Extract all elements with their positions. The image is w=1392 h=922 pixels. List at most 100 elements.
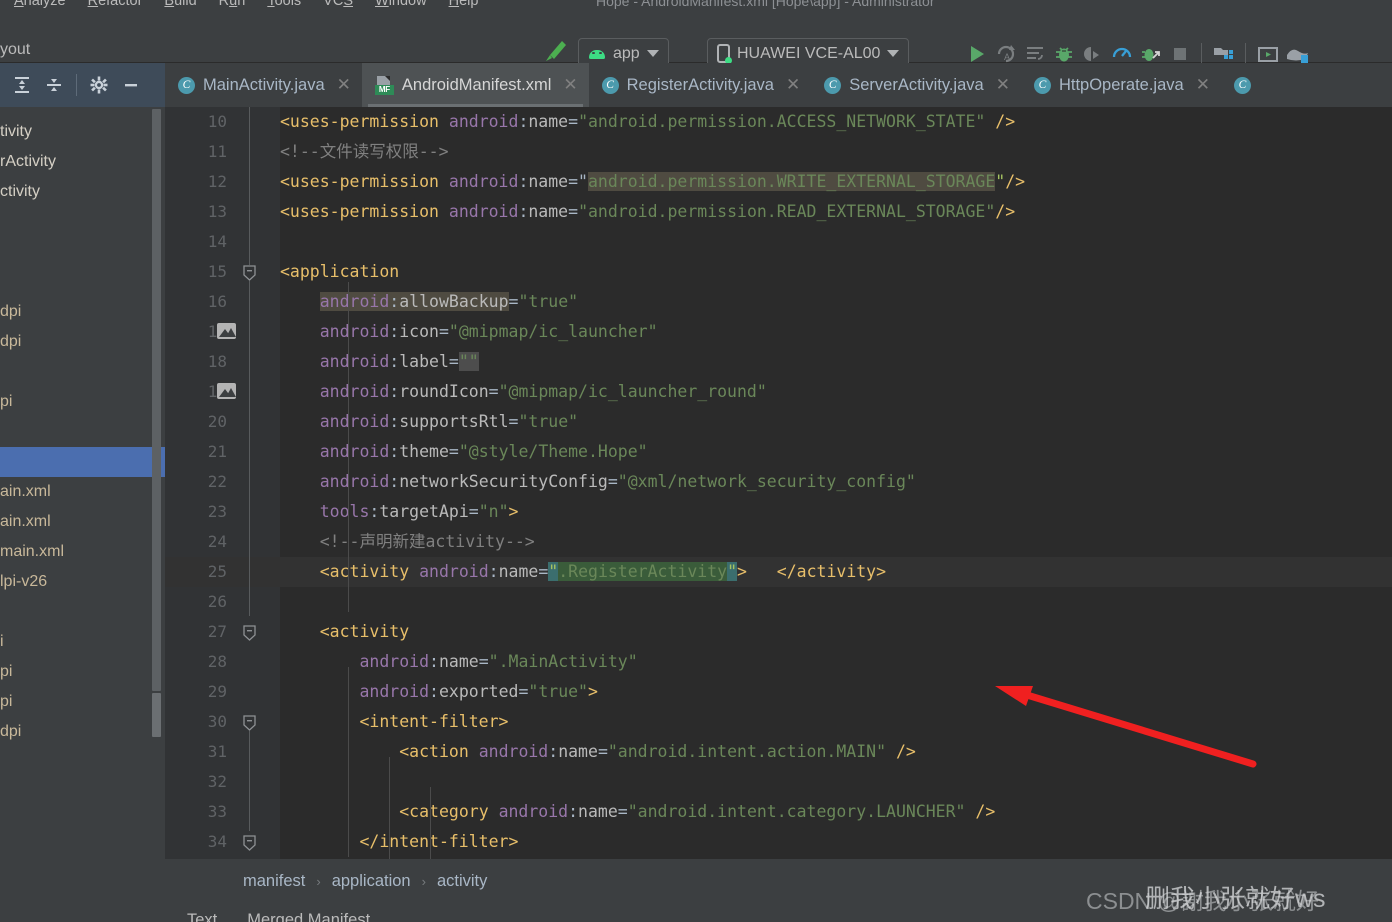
fold-marker[interactable]	[243, 835, 256, 851]
menu-tools[interactable]: Tools	[267, 0, 301, 9]
menu-window[interactable]: Window	[375, 0, 427, 9]
tree-item[interactable]: dpi	[0, 297, 165, 327]
fold-marker[interactable]	[243, 625, 256, 641]
menu-help[interactable]: Help	[449, 0, 479, 9]
tree-item[interactable]: pi	[0, 657, 165, 687]
code-line-29[interactable]: 29 android:exported="true">	[165, 677, 1392, 707]
tab-mainactivity-java[interactable]: C MainActivity.java ✕	[165, 63, 362, 107]
phone-device-icon	[717, 44, 732, 64]
menu-analyze[interactable]: Analyze	[14, 0, 66, 9]
minus-icon[interactable]	[115, 70, 147, 100]
close-icon[interactable]: ✕	[1196, 75, 1210, 95]
code-line-13[interactable]: 13 <uses-permission android:name="android…	[165, 197, 1392, 227]
code-text: <intent-filter>	[280, 712, 509, 731]
code-line-19[interactable]: 19 android:roundIcon="@mipmap/ic_launche…	[165, 377, 1392, 407]
menu-run[interactable]: Run	[219, 0, 246, 9]
project-tree-scrollbar-thumb[interactable]	[152, 693, 161, 737]
line-number: 32	[207, 772, 227, 791]
code-line-23[interactable]: 23 tools:targetApi="n">	[165, 497, 1392, 527]
code-text: <activity android:name=".RegisterActivit…	[319, 562, 887, 581]
chevron-right-icon: ›	[316, 873, 321, 889]
menu-build[interactable]: Build	[164, 0, 196, 9]
code-line-30[interactable]: 30 <intent-filter>	[165, 707, 1392, 737]
code-line-31[interactable]: 31 <action android:name="android.intent.…	[165, 737, 1392, 767]
menu-vcs[interactable]: VCS	[323, 0, 353, 9]
indent-guide	[389, 757, 390, 859]
collapse-all-icon[interactable]	[38, 70, 70, 100]
code-line-33[interactable]: 33 <category android:name="android.inten…	[165, 797, 1392, 827]
code-line-11[interactable]: 11 <!--文件读写权限-->	[165, 137, 1392, 167]
code-line-12[interactable]: 12 <uses-permission android:name="android…	[165, 167, 1392, 197]
android-studio-window: Analyze Refactor Build Run Tools VCS Win…	[0, 0, 1392, 922]
code-line-27[interactable]: 27 <activity	[165, 617, 1392, 647]
code-line-21[interactable]: 21 android:theme="@style/Theme.Hope"	[165, 437, 1392, 467]
tree-item[interactable]: ctivity	[0, 177, 165, 207]
tab-overflow[interactable]: C	[1221, 63, 1262, 107]
chevron-down-icon	[887, 50, 900, 57]
code-text: <action android:name="android.intent.act…	[399, 742, 916, 761]
toolbar-divider	[1245, 42, 1246, 65]
line-number: 13	[207, 202, 227, 221]
line-number: 12	[207, 172, 227, 191]
tab-serveractivity-java[interactable]: C ServerActivity.java ✕	[811, 63, 1021, 107]
breadcrumb-application[interactable]: application	[332, 872, 411, 891]
tab-registeractivity-java[interactable]: C RegisterActivity.java ✕	[589, 63, 812, 107]
java-class-icon: C	[824, 76, 842, 94]
tree-item[interactable]: dpi	[0, 327, 165, 357]
code-line-14[interactable]: 14	[165, 227, 1392, 257]
code-line-17[interactable]: 17 android:icon="@mipmap/ic_launcher"	[165, 317, 1392, 347]
tree-item[interactable]: main.xml	[0, 537, 165, 567]
tree-item[interactable]: dpi	[0, 717, 165, 747]
bottom-tab-merged-manifest[interactable]: Merged Manifest	[247, 911, 370, 922]
code-line-22[interactable]: 22 android:networkSecurityConfig="@xml/n…	[165, 467, 1392, 497]
code-line-25[interactable]: 25 <activity android:name=".RegisterActi…	[165, 557, 1392, 587]
code-line-16[interactable]: 16 android:allowBackup="true"	[165, 287, 1392, 317]
device-label: HUAWEI VCE-AL00	[737, 44, 881, 62]
line-number: 27	[207, 622, 227, 641]
code-line-32[interactable]: 32	[165, 767, 1392, 797]
project-tree-scrollbar[interactable]	[152, 109, 161, 691]
close-icon[interactable]: ✕	[996, 75, 1010, 95]
tree-item[interactable]: tivity	[0, 117, 165, 147]
breadcrumb-manifest[interactable]: manifest	[243, 872, 305, 891]
code-line-24[interactable]: 24 <!--声明新建activity-->	[165, 527, 1392, 557]
close-icon[interactable]: ✕	[786, 75, 800, 95]
tree-item[interactable]: i	[0, 627, 165, 657]
tab-httpoperate-java[interactable]: C HttpOperate.java ✕	[1021, 63, 1221, 107]
code-line-15[interactable]: 15 <application	[165, 257, 1392, 287]
bottom-tab-text[interactable]: Text	[187, 911, 217, 922]
tree-item[interactable]: lpi-v26	[0, 567, 165, 597]
line-number: 31	[207, 742, 227, 761]
tree-item[interactable]: ain.xml	[0, 477, 165, 507]
code-editor[interactable]: 10 <uses-permission android:name="android…	[165, 107, 1392, 859]
tree-item-selected[interactable]	[0, 447, 165, 477]
gear-icon[interactable]	[83, 70, 115, 100]
code-line-20[interactable]: 20 android:supportsRtl="true"	[165, 407, 1392, 437]
code-line-34[interactable]: 34 </intent-filter>	[165, 827, 1392, 857]
menu-refactor[interactable]: Refactor	[88, 0, 143, 9]
tree-item[interactable]: ain.xml	[0, 507, 165, 537]
line-number: 10	[207, 112, 227, 131]
code-line-18[interactable]: 18 android:label=""	[165, 347, 1392, 377]
breadcrumb-activity[interactable]: activity	[437, 872, 487, 891]
line-number: 23	[207, 502, 227, 521]
expand-all-icon[interactable]	[6, 70, 38, 100]
fold-marker[interactable]	[243, 265, 256, 281]
line-number: 28	[207, 652, 227, 671]
tree-item[interactable]: rActivity	[0, 147, 165, 177]
image-preview-icon[interactable]	[217, 323, 236, 339]
image-preview-icon[interactable]	[217, 383, 236, 399]
build-hammer-icon[interactable]	[540, 39, 570, 65]
code-line-28[interactable]: 28 android:name=".MainActivity"	[165, 647, 1392, 677]
tab-androidmanifest-xml[interactable]: MF AndroidManifest.xml ✕	[361, 63, 589, 107]
tree-item[interactable]: pi	[0, 387, 165, 417]
tree-item[interactable]: pi	[0, 687, 165, 717]
indent-guide	[348, 667, 349, 857]
close-icon[interactable]: ✕	[337, 75, 351, 95]
code-line-26[interactable]: 26	[165, 587, 1392, 617]
close-icon[interactable]: ✕	[563, 75, 577, 95]
code-text: android:roundIcon="@mipmap/ic_launcher_r…	[319, 382, 767, 401]
code-line-10[interactable]: 10 <uses-permission android:name="android…	[165, 107, 1392, 137]
fold-marker[interactable]	[243, 715, 256, 731]
java-class-icon: C	[178, 76, 195, 94]
